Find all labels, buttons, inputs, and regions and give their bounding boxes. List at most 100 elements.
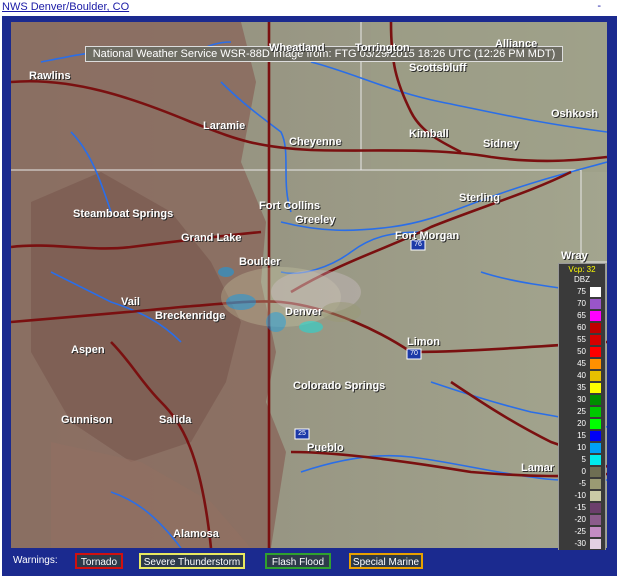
legend-row: 10: [559, 442, 605, 454]
collapse-dash[interactable]: -: [597, 0, 601, 12]
legend-swatch: [590, 491, 601, 501]
vcp-label: Vcp: 32: [568, 265, 596, 274]
legend-row: 35: [559, 382, 605, 394]
legend-value: 45: [577, 359, 586, 368]
city-label: Grand Lake: [181, 232, 242, 244]
legend-value: -10: [574, 491, 586, 500]
city-label: Wheatland: [269, 42, 325, 54]
legend-value: 15: [577, 431, 586, 440]
city-label: Fort Morgan: [395, 230, 460, 242]
city-label: Scottsbluff: [409, 62, 467, 74]
legend-row: 15: [559, 430, 605, 442]
city-label: Colorado Springs: [293, 380, 386, 392]
legend-swatch: [590, 515, 601, 525]
legend-swatch: [590, 323, 601, 333]
legend-value: 70: [577, 299, 586, 308]
city-label: Alamosa: [173, 528, 219, 540]
legend-row: -25: [559, 526, 605, 538]
legend-row: -20: [559, 514, 605, 526]
legend-swatch: [590, 443, 601, 453]
city-label: Kimball: [409, 128, 449, 140]
legend-row: -5: [559, 478, 605, 490]
legend-swatch: [590, 503, 601, 513]
city-label: Laramie: [203, 120, 246, 132]
city-label: Greeley: [295, 214, 336, 226]
legend-row: 55: [559, 334, 605, 346]
legend-row: 40: [559, 370, 605, 382]
legend-swatch: [590, 467, 601, 477]
legend-value: 5: [581, 455, 586, 464]
interstate-70-shield: 70: [410, 350, 418, 357]
city-label: Wray: [561, 250, 588, 262]
legend-swatch: [590, 311, 601, 321]
legend-row: 60: [559, 322, 605, 334]
city-label: Steamboat Springs: [73, 208, 174, 220]
city-label: Vail: [121, 296, 140, 308]
legend-swatch: [590, 539, 601, 549]
interstate-76-shield: 76: [414, 241, 422, 248]
city-label: Boulder: [239, 256, 281, 268]
city-label: Limon: [407, 336, 440, 348]
legend-value: -5: [578, 479, 586, 488]
legend-value: 60: [577, 323, 586, 332]
city-label: Lamar: [521, 462, 555, 474]
flash-flood-warning-button[interactable]: Flash Flood: [265, 553, 331, 569]
legend-swatch: [590, 335, 601, 345]
legend-value: 10: [577, 443, 586, 452]
legend-value: -15: [574, 503, 586, 512]
legend-value: 55: [577, 335, 586, 344]
legend-swatch: [590, 383, 601, 393]
legend-row: 30: [559, 394, 605, 406]
legend-row: -30: [559, 538, 605, 550]
legend-swatch: [590, 371, 601, 381]
legend-row: 65: [559, 310, 605, 322]
legend-row: -15: [559, 502, 605, 514]
legend-value: 0: [581, 467, 586, 476]
legend-value: 50: [577, 347, 586, 356]
legend-row: 45: [559, 358, 605, 370]
city-label: Fort Collins: [259, 200, 321, 212]
top-bar: NWS Denver/Boulder, CO -: [0, 0, 619, 16]
legend-row: 25: [559, 406, 605, 418]
city-label: Torrington: [355, 42, 410, 54]
city-label: Pueblo: [307, 442, 344, 454]
legend-value: 40: [577, 371, 586, 380]
legend-row: -10: [559, 490, 605, 502]
tornado-warning-button[interactable]: Tornado: [75, 553, 123, 569]
legend-value: 20: [577, 419, 586, 428]
legend-swatch: [590, 527, 601, 537]
legend-value: 35: [577, 383, 586, 392]
city-label: Breckenridge: [155, 310, 226, 322]
legend-row: 0: [559, 466, 605, 478]
city-label: Aspen: [71, 344, 105, 356]
legend-row: 20: [559, 418, 605, 430]
severe-thunderstorm-warning-button[interactable]: Severe Thunderstorm: [139, 553, 245, 569]
legend-value: -25: [574, 527, 586, 536]
legend-value: 65: [577, 311, 586, 320]
city-label: Denver: [285, 306, 323, 318]
legend-swatch: [590, 431, 601, 441]
warnings-label: Warnings:: [13, 555, 58, 566]
legend-swatch: [590, 359, 601, 369]
interstate-25-shield: 25: [298, 430, 306, 437]
legend-swatch: [590, 395, 601, 405]
legend-row: 5: [559, 454, 605, 466]
legend-value: 30: [577, 395, 586, 404]
city-label: Cheyenne: [289, 136, 342, 148]
city-label: Sidney: [483, 138, 520, 150]
terrain-layer: [11, 22, 607, 548]
legend-row: 50: [559, 346, 605, 358]
legend-swatch: [590, 299, 601, 309]
nws-office-link[interactable]: NWS Denver/Boulder, CO: [2, 1, 129, 13]
legend-row: 75: [559, 286, 605, 298]
legend-swatch: [590, 479, 601, 489]
legend-value: -20: [574, 515, 586, 524]
city-label: Gunnison: [61, 414, 113, 426]
radar-map: National Weather Service WSR-88D Image f…: [11, 22, 607, 548]
legend-swatch: [590, 455, 601, 465]
legend-swatch: [590, 419, 601, 429]
city-label: Rawlins: [29, 70, 71, 82]
legend-swatch: [590, 287, 601, 297]
legend-swatch: [590, 407, 601, 417]
special-marine-warning-button[interactable]: Special Marine: [349, 553, 423, 569]
